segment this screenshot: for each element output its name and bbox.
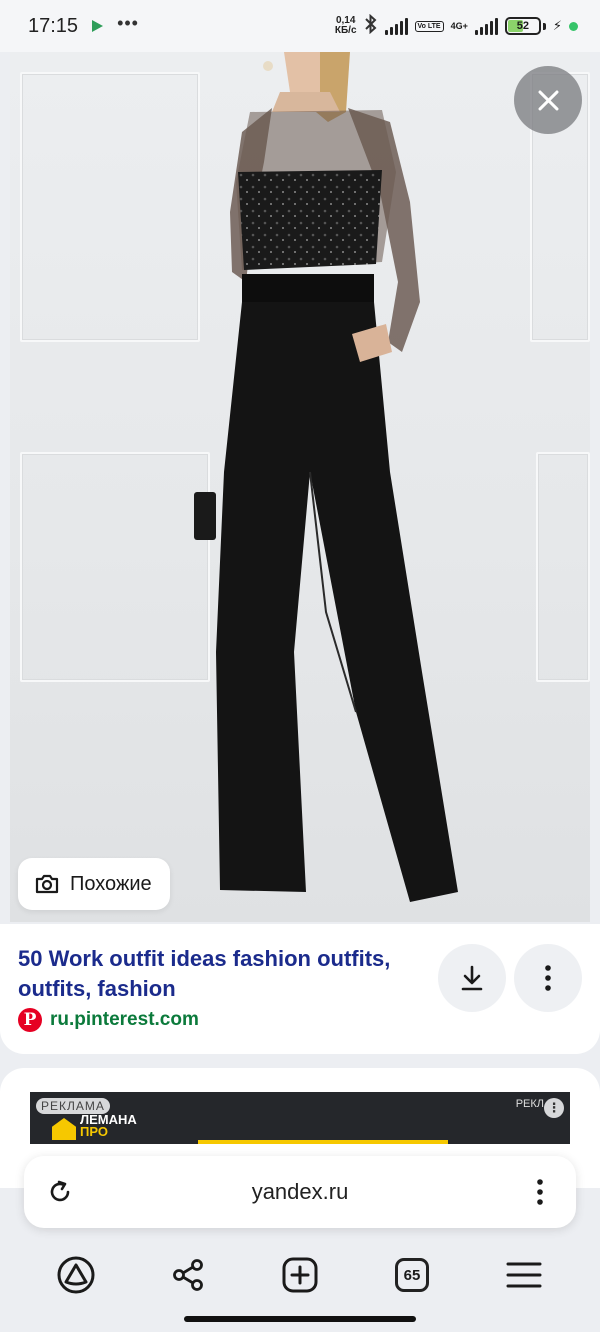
- alice-icon: [57, 1256, 95, 1294]
- screen: 17:15 ••• 0,14 КБ/с Vo LTE 4G+ 52 ⚡ Похо…: [0, 0, 600, 1332]
- download-icon: [461, 965, 483, 991]
- result-info-card: 50 Work outfit ideas fashion outfits, ou…: [0, 924, 600, 1054]
- close-button[interactable]: [514, 66, 582, 134]
- battery-icon: 52: [504, 17, 541, 35]
- result-title-link[interactable]: 50 Work outfit ideas fashion outfits, ou…: [18, 944, 428, 1004]
- source-link[interactable]: P ru.pinterest.com: [18, 1008, 199, 1032]
- bottom-navigation: 65: [0, 1240, 600, 1310]
- reload-button[interactable]: [46, 1178, 74, 1206]
- camera-search-icon: [35, 874, 59, 894]
- close-icon: [536, 88, 560, 112]
- kebab-menu-icon: [545, 965, 551, 991]
- kebab-menu-icon: [537, 1179, 543, 1205]
- network-speed: 0,14 КБ/с: [335, 16, 357, 36]
- charging-icon: ⚡: [552, 18, 562, 33]
- similar-label: Похожие: [70, 872, 152, 895]
- signal-strength-2-icon: [474, 17, 498, 35]
- alice-assistant-button[interactable]: [44, 1243, 108, 1307]
- lemana-logo-icon: [52, 1118, 76, 1140]
- pinterest-icon: P: [18, 1008, 42, 1032]
- status-bar: 17:15 ••• 0,14 КБ/с Vo LTE 4G+ 52 ⚡: [0, 0, 600, 52]
- address-bar-menu-button[interactable]: [522, 1174, 558, 1210]
- fashion-photo[interactable]: [10, 52, 590, 922]
- ad-brand: ЛЕМАНА ПРО: [80, 1113, 137, 1139]
- tabs-count: 65: [395, 1258, 429, 1292]
- ad-menu-button[interactable]: ⋮: [544, 1098, 564, 1118]
- network-speed-unit: КБ/с: [334, 25, 357, 36]
- privacy-indicator-dot: [569, 21, 578, 31]
- battery-percent: 52: [516, 20, 529, 32]
- ad-badge-right: РЕКЛ: [515, 1098, 544, 1110]
- signal-strength-1-icon: [384, 17, 408, 35]
- status-left: 17:15 •••: [28, 13, 139, 38]
- similar-button[interactable]: Похожие: [18, 858, 170, 910]
- play-store-icon: [92, 20, 104, 32]
- share-button[interactable]: [156, 1243, 220, 1307]
- plus-icon: [282, 1257, 318, 1293]
- menu-button[interactable]: [492, 1243, 556, 1307]
- ad-accent-bar: [198, 1140, 448, 1144]
- status-time: 17:15: [28, 14, 79, 37]
- address-bar[interactable]: yandex.ru: [24, 1156, 576, 1228]
- status-right: 0,14 КБ/с Vo LTE 4G+ 52 ⚡: [335, 13, 578, 39]
- ad-banner[interactable]: РЕКЛАМА РЕКЛ ⋮ ЛЕМАНА ПРО: [30, 1092, 570, 1144]
- bluetooth-icon: [364, 13, 378, 39]
- more-notifications-icon: •••: [117, 13, 139, 33]
- ad-brand-line2: ПРО: [80, 1124, 108, 1139]
- reload-icon: [50, 1180, 70, 1202]
- volte-icon: Vo LTE: [414, 20, 444, 32]
- battery-cap: [542, 22, 546, 30]
- share-icon: [173, 1259, 203, 1291]
- source-domain: ru.pinterest.com: [50, 1009, 199, 1030]
- home-indicator[interactable]: [184, 1316, 416, 1322]
- network-type: 4G+: [450, 20, 468, 31]
- more-options-button[interactable]: [514, 944, 582, 1012]
- download-button[interactable]: [438, 944, 506, 1012]
- model-figure: [194, 52, 458, 902]
- url-text[interactable]: yandex.ru: [24, 1179, 576, 1205]
- hamburger-menu-icon: [506, 1262, 542, 1288]
- tabs-button[interactable]: 65: [380, 1243, 444, 1307]
- new-tab-button[interactable]: [268, 1243, 332, 1307]
